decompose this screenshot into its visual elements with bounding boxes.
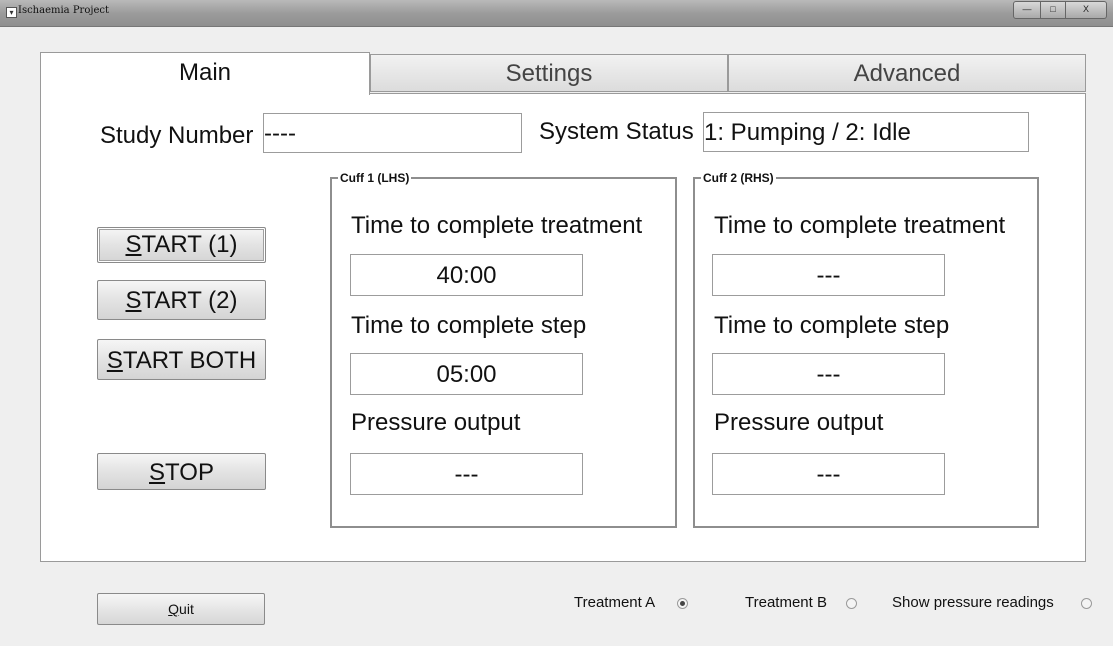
cuff-1-step-label: Time to complete step [351,312,587,339]
quit-accelerator: Q [168,601,180,617]
close-icon[interactable]: X [1066,1,1107,19]
cuff-2-legend: Cuff 2 (RHS) [703,171,774,185]
start-1-label: TART (1) [141,231,238,258]
treatment-b-label: Treatment B [745,594,827,611]
cuff-2-pressure-field: --- [712,453,945,495]
system-status-label: System Status [539,118,694,145]
app-window: ▾ Ischaemia Project — □ X Main Settings … [0,0,1113,646]
cuff-2-treatment-label: Time to complete treatment [714,212,1006,239]
cuff-2-treatment-field: --- [712,254,945,296]
system-status-field: 1: Pumping / 2: Idle [703,112,1029,152]
cuff-2-pressure-label: Pressure output [714,409,884,436]
start-1-accelerator: S [125,231,142,258]
study-number-field[interactable]: ---- [263,113,522,153]
tab-strip: Main Settings Advanced [40,52,1086,95]
quit-label: uit [179,601,194,617]
cuff-1-treatment-label: Time to complete treatment [351,212,643,239]
treatment-a-label: Treatment A [574,594,656,611]
cuff-1-legend: Cuff 1 (LHS) [340,171,410,185]
stop-accelerator: S [149,459,166,486]
start-2-button[interactable]: START (2) [97,280,266,320]
start-1-button[interactable]: START (1) [97,227,266,263]
window-title: Ischaemia Project [18,5,109,16]
cuff-1-pressure-label: Pressure output [351,409,521,436]
treatment-a-radio[interactable] [677,598,688,609]
quit-button[interactable]: Quit [97,593,265,625]
show-pressure-readings-radio[interactable] [1081,598,1092,609]
treatment-b-radio[interactable] [846,598,857,609]
cuff-2-step-field: --- [712,353,945,395]
start-2-label: TART (2) [141,287,238,314]
minimize-icon[interactable]: — [1013,1,1041,19]
start-both-accelerator: S [106,347,123,374]
app-icon: ▾ [6,7,17,18]
start-2-accelerator: S [125,287,142,314]
cuff-1-step-field: 05:00 [350,353,583,395]
stop-label: TOP [165,459,214,486]
start-both-label: TART BOTH [122,347,257,374]
tab-settings[interactable]: Settings [370,54,728,92]
show-pressure-readings-label: Show pressure readings [892,594,1054,611]
maximize-icon[interactable]: □ [1041,1,1066,19]
study-number-label: Study Number [100,122,254,149]
start-both-button[interactable]: START BOTH [97,339,266,380]
cuff-1-pressure-field: --- [350,453,583,495]
cuff-1-treatment-field: 40:00 [350,254,583,296]
tab-main[interactable]: Main [40,52,370,95]
cuff-2-step-label: Time to complete step [714,312,950,339]
title-bar: ▾ Ischaemia Project — □ X [0,0,1113,27]
window-controls: — □ X [1013,1,1107,19]
stop-button[interactable]: STOP [97,453,266,490]
tab-advanced[interactable]: Advanced [728,54,1086,92]
